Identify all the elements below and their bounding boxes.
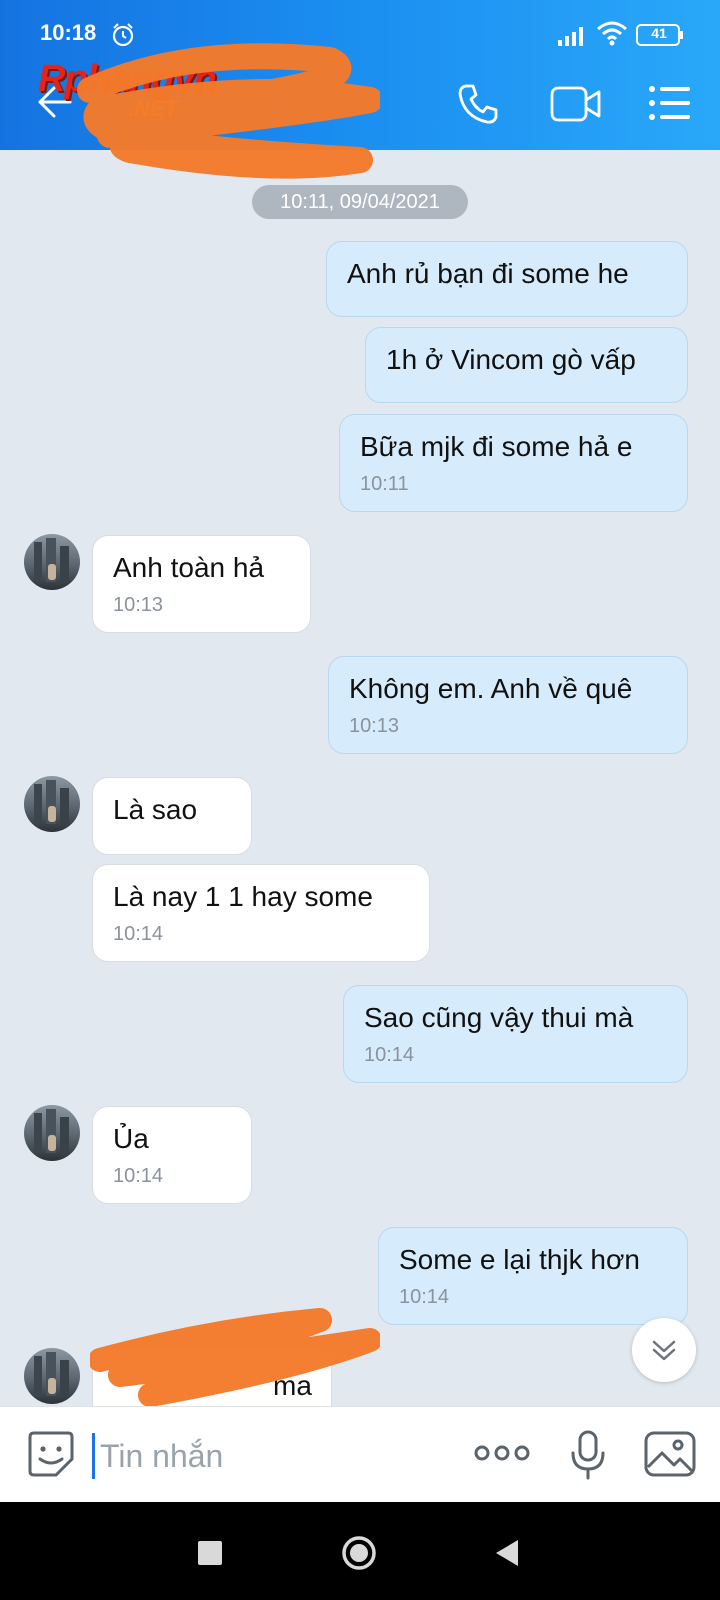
avatar[interactable] [24,776,80,832]
redaction-scribble [77,43,380,179]
message-input-bar [0,1406,720,1502]
message-bubble-outgoing[interactable]: Sao cũng vậy thui mà 10:14 [343,985,688,1083]
message-bubble-outgoing[interactable]: Không em. Anh về quê 10:13 [328,656,688,754]
message-text: Là nay 1 1 hay some [113,881,373,912]
message-bubble-outgoing[interactable]: Bữa mjk đi some hả e 10:11 [339,414,688,512]
message-bubble-outgoing[interactable]: 1h ở Vincom gò vấp [365,327,688,403]
message-text: Là sao [113,794,198,825]
message-time: 10:11 [360,473,409,495]
message-text: Ủa [113,1123,149,1154]
message-text: Anh toàn hả [113,552,265,583]
message-input[interactable] [100,1433,440,1479]
message-text: Some e lại thjk hơn [399,1244,640,1275]
message-time: 10:14 [399,1286,450,1308]
battery-level: 41 [651,25,667,41]
message-text: Không em. Anh về quê [349,673,633,704]
wifi-icon [597,21,627,46]
back-button[interactable] [494,1538,520,1568]
redaction-scribble [90,1308,380,1407]
message-text: Bữa mjk đi some hả e [360,431,633,462]
message-bubble-outgoing[interactable]: Some e lại thjk hơn 10:14 [378,1227,688,1325]
menu-icon[interactable] [648,84,692,122]
message-text: 1h ở Vincom gò vấp [386,344,636,375]
message-bubble-incoming[interactable]: Là sao [92,777,252,855]
text-cursor [92,1433,95,1479]
date-separator: 10:11, 09/04/2021 [252,185,468,219]
phone-icon[interactable] [456,82,500,126]
home-button[interactable] [341,1535,377,1571]
mic-icon[interactable] [568,1429,608,1481]
avatar[interactable] [24,1105,80,1161]
signal-icon [558,27,583,46]
message-text: Sao cũng vậy thui mà [364,1002,634,1033]
message-bubble-incoming[interactable]: Anh toàn hả 10:13 [92,535,311,633]
message-text: Anh rủ bạn đi some he [347,258,629,289]
message-time: 10:14 [113,1165,164,1187]
image-icon[interactable] [644,1431,696,1477]
avatar[interactable] [24,534,80,590]
message-time: 10:13 [349,715,400,737]
message-time: 10:13 [113,594,164,616]
message-time: 10:14 [113,923,164,945]
message-bubble-incoming[interactable]: Là nay 1 1 hay some 10:14 [92,864,430,962]
sticker-icon[interactable] [26,1429,76,1479]
system-nav-bar [0,1502,720,1600]
more-icon[interactable] [474,1439,530,1467]
chevrons-down-icon [652,1340,676,1361]
recents-button[interactable] [198,1541,222,1565]
message-bubble-outgoing[interactable]: Anh rủ bạn đi some he [326,241,688,317]
avatar[interactable] [24,1348,80,1404]
video-icon[interactable] [550,84,602,124]
scroll-to-bottom-button[interactable] [632,1318,696,1382]
message-time: 10:14 [364,1044,415,1066]
message-bubble-incoming[interactable]: Ủa 10:14 [92,1106,252,1204]
